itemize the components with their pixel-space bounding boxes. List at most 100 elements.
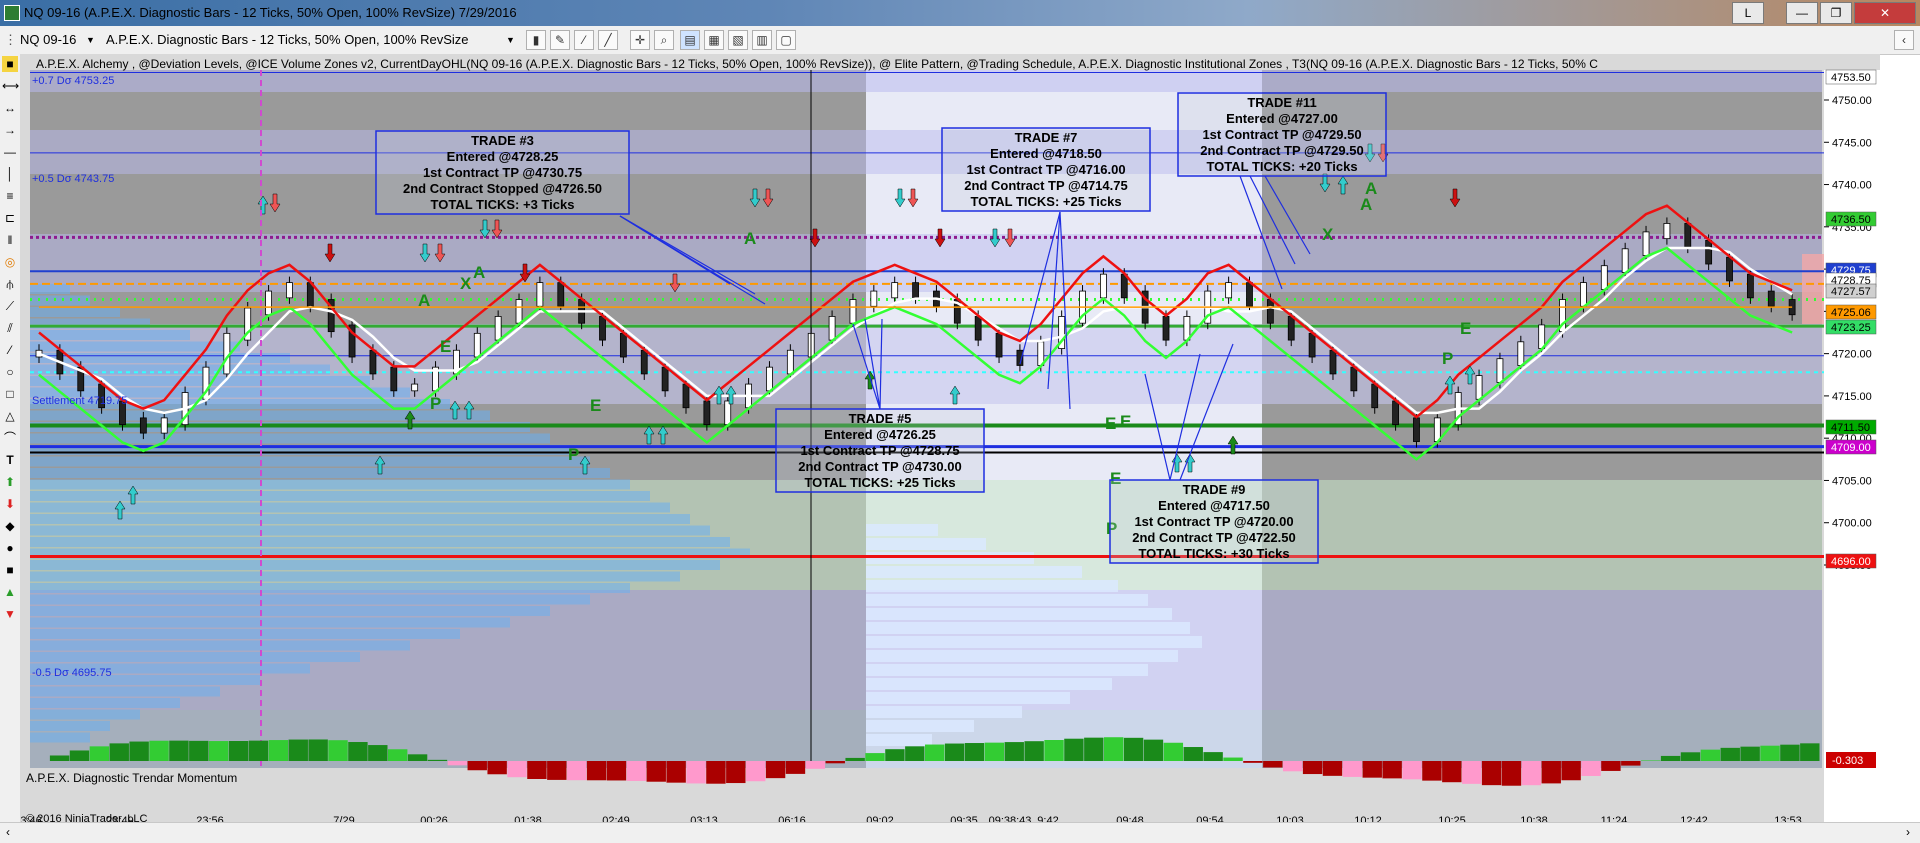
square-icon[interactable]: ■ bbox=[2, 562, 18, 578]
pattern-letter: E bbox=[1120, 412, 1131, 431]
arrow-line-icon[interactable]: → bbox=[2, 122, 18, 138]
dev-label-plus07: +0.7 Dσ 4753.25 bbox=[32, 75, 114, 87]
momentum-bar bbox=[726, 761, 746, 784]
scroll-right-icon[interactable]: › bbox=[1906, 825, 1910, 839]
gann-fan-icon[interactable]: ⟋ bbox=[2, 298, 18, 314]
text-icon[interactable]: T bbox=[2, 452, 18, 468]
zoom-icon[interactable]: ⌕ bbox=[654, 30, 674, 50]
pitchfork-icon[interactable]: ⫛ bbox=[2, 276, 18, 292]
momentum-bar bbox=[1621, 761, 1641, 766]
triangle-down-icon[interactable]: ▼ bbox=[2, 606, 18, 622]
momentum-bar bbox=[606, 761, 627, 781]
data-box-icon[interactable]: ▤ bbox=[680, 30, 700, 50]
maximize-button[interactable]: ❐ bbox=[1820, 2, 1852, 24]
dot-icon[interactable]: ● bbox=[2, 540, 18, 556]
ruler-icon[interactable]: ⁄ bbox=[2, 342, 18, 358]
instrument-selector[interactable]: NQ 09-16 bbox=[20, 32, 76, 47]
horizontal-scrollbar[interactable]: ‹ › bbox=[0, 822, 1920, 843]
candle-body bbox=[160, 417, 168, 434]
volume-profile-bar-session bbox=[866, 580, 1118, 592]
price-tick-label: 4740.00 bbox=[1832, 180, 1872, 192]
drawing-tools-bar: ■ ⟷ ↔ → — │ ≡ ⊏ ‖ ◎ ⫛ ⟋ ⫽ ⁄ ○ □ △ ⌒ T ⬆ … bbox=[0, 54, 21, 830]
candle-body bbox=[139, 417, 147, 434]
vertical-line-icon[interactable]: │ bbox=[2, 166, 18, 182]
crosshair-icon[interactable]: ✛ bbox=[630, 30, 650, 50]
triangle-up-icon[interactable]: ▲ bbox=[2, 584, 18, 600]
price-tag-label: 4709.00 bbox=[1831, 442, 1871, 454]
close-button[interactable]: ✕ bbox=[1854, 2, 1916, 24]
trade-title: TRADE #9 bbox=[1183, 482, 1246, 497]
bar-style-icon[interactable]: ▮ bbox=[526, 30, 546, 50]
momentum-bar bbox=[1163, 742, 1184, 761]
strategies-icon[interactable]: ▧ bbox=[728, 30, 748, 50]
candle-body bbox=[1580, 282, 1587, 307]
candle-body bbox=[1517, 341, 1525, 366]
momentum-bar bbox=[1004, 742, 1024, 761]
bar-type-dropdown-icon[interactable]: ▼ bbox=[506, 35, 515, 45]
diamond-icon[interactable]: ◆ bbox=[2, 518, 18, 534]
regression-icon[interactable]: ⫽ bbox=[2, 320, 18, 336]
momentum-bar bbox=[805, 761, 826, 769]
volume-profile-bar-session bbox=[866, 650, 1178, 662]
price-tag-label: 4723.25 bbox=[1831, 322, 1871, 334]
instrument-dropdown-icon[interactable]: ▼ bbox=[86, 35, 95, 45]
price-chart[interactable]: A.P.E.X. Alchemy , @Deviation Levels, @I… bbox=[14, 54, 1882, 830]
arrow-up-icon[interactable]: ⬆ bbox=[2, 474, 18, 490]
arrow-down-icon[interactable]: ⬇ bbox=[2, 496, 18, 512]
layout-button[interactable]: L bbox=[1732, 2, 1764, 24]
scroll-left-icon[interactable]: ‹ bbox=[6, 825, 10, 839]
momentum-bar bbox=[1044, 739, 1064, 761]
arc-icon[interactable]: ⌒ bbox=[2, 430, 18, 446]
candle-body bbox=[1225, 282, 1233, 299]
app-icon bbox=[4, 5, 20, 21]
trade-line: 2nd Contract TP @4729.50 bbox=[1200, 143, 1363, 158]
ray-icon[interactable]: ⟷ bbox=[2, 78, 19, 94]
candle-body bbox=[1308, 332, 1316, 358]
trade-line: TOTAL TICKS: +20 Ticks bbox=[1206, 159, 1357, 174]
volume-profile-bar-session bbox=[866, 706, 1022, 718]
volume-profile-bar-session bbox=[866, 608, 1172, 620]
pattern-letter: A bbox=[1360, 195, 1372, 214]
indicators-icon[interactable]: ▦ bbox=[704, 30, 724, 50]
momentum-bar bbox=[288, 739, 308, 761]
rectangle-icon[interactable]: □ bbox=[2, 386, 18, 402]
price-tick-label: 4700.00 bbox=[1832, 518, 1872, 530]
momentum-axis bbox=[1824, 768, 1880, 830]
momentum-bar bbox=[567, 761, 587, 781]
price-tag-label: 4753.50 bbox=[1831, 72, 1871, 84]
template-icon[interactable]: ▢ bbox=[776, 30, 796, 50]
line-tool-icon[interactable]: ╱ bbox=[598, 30, 618, 50]
trend-channel-icon[interactable]: ≡ bbox=[2, 188, 18, 204]
trade-line: Entered @4718.50 bbox=[990, 146, 1102, 161]
volume-profile-bar-session bbox=[866, 734, 932, 746]
momentum-bar bbox=[507, 761, 527, 778]
momentum-bar bbox=[586, 761, 607, 781]
dropper-icon[interactable]: ⁄ bbox=[574, 30, 594, 50]
momentum-tag-label: -0.303 bbox=[1832, 755, 1863, 767]
trade-line: Entered @4728.25 bbox=[447, 149, 559, 164]
fib-time-icon[interactable]: ◎ bbox=[2, 254, 18, 270]
candle-body bbox=[494, 316, 502, 341]
dev-label-minus05: -0.5 Dσ 4695.75 bbox=[32, 667, 112, 679]
extended-line-icon[interactable]: ↔ bbox=[2, 100, 18, 116]
candle-body bbox=[619, 332, 627, 358]
properties-icon[interactable]: ▥ bbox=[752, 30, 772, 50]
fib-retracement-icon[interactable]: ⊏ bbox=[2, 210, 18, 226]
volume-profile-bar-session bbox=[866, 720, 974, 732]
pattern-letter: E bbox=[440, 337, 451, 356]
chart-canvas[interactable]: A.P.E.X. Alchemy , @Deviation Levels, @I… bbox=[14, 54, 1882, 830]
fib-extension-icon[interactable]: ‖ bbox=[2, 232, 18, 248]
volume-profile-bar bbox=[30, 525, 710, 536]
pencil-icon[interactable]: ✎ bbox=[550, 30, 570, 50]
price-tag-label: 4727.57 bbox=[1831, 286, 1871, 298]
bar-type-selector[interactable]: A.P.E.X. Diagnostic Bars - 12 Ticks, 50%… bbox=[106, 32, 469, 47]
momentum-bar bbox=[1243, 761, 1263, 763]
momentum-bar bbox=[885, 749, 905, 761]
collapse-icon[interactable]: ‹ bbox=[1894, 30, 1914, 50]
minimize-button[interactable]: — bbox=[1786, 2, 1818, 24]
ellipse-icon[interactable]: ○ bbox=[2, 364, 18, 380]
horizontal-line-icon[interactable]: — bbox=[2, 144, 18, 160]
triangle-icon[interactable]: △ bbox=[2, 408, 18, 424]
drawing-tools-icon[interactable]: ■ bbox=[2, 56, 18, 72]
candle-body bbox=[1371, 383, 1379, 409]
